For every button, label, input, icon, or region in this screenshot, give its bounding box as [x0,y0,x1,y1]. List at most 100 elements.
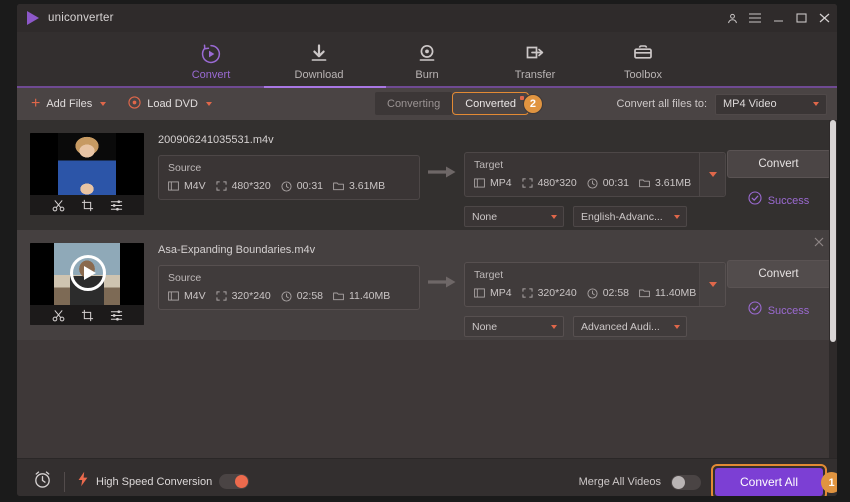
target-meta: MP4 480*320 00:31 3.61MB [474,177,716,189]
crop-icon[interactable] [81,199,94,212]
trim-icon[interactable] [52,199,65,212]
target-panel: Target MP4 480*320 00:31 3.61MB [464,152,726,197]
row-actions: Convert Success [726,133,837,210]
app-logo: uniconverter [17,11,114,25]
load-dvd-dropdown-icon[interactable] [205,102,212,106]
audio-track-select[interactable]: English-Advanc... [573,206,687,227]
target-resolution: 480*320 [522,177,577,189]
effect-icon[interactable] [110,309,123,322]
action-toolbar: + Add Files Load DVD Converting Converte… [17,88,837,120]
target-title: Target [474,159,504,171]
minimize-icon[interactable] [771,10,785,26]
source-title: Source [168,162,202,174]
table-row[interactable]: 200906241035531.m4v Source M4V 480*320 0… [17,120,837,230]
source-info: Asa-Expanding Boundaries.m4v Source M4V … [158,243,420,310]
convert-all-button[interactable]: Convert All [715,468,823,496]
source-panel: Source M4V 480*320 00:31 3.61MB [158,155,420,200]
target-settings-dropdown[interactable] [699,153,725,196]
tab-convert-label: Convert [191,69,231,81]
target-duration: 02:58 [587,287,629,299]
source-format: M4V [168,290,206,302]
target-settings-dropdown[interactable] [699,263,725,306]
check-circle-icon [748,301,762,320]
status-text: Success [767,194,810,207]
plus-icon: + [31,95,41,112]
row-actions: Convert Success [726,243,837,320]
effect-icon[interactable] [110,199,123,212]
video-thumbnail[interactable] [30,133,144,215]
alarm-clock-icon[interactable] [33,470,52,494]
vertical-scrollbar[interactable] [829,120,837,458]
main-navigation: Convert Download Burn Transfer Toolbox [17,32,837,88]
target-resolution: 320*240 [522,287,577,299]
bottom-right-controls: Merge All Videos Convert All 1 [579,459,837,496]
source-duration-value: 00:31 [296,180,323,192]
film-icon [474,288,485,298]
conversion-arrow [420,133,464,215]
scrollbar-thumb[interactable] [830,120,836,342]
status-badge: Success [748,191,810,210]
tab-toolbox[interactable]: Toolbox [605,39,681,81]
close-icon[interactable] [817,10,831,26]
output-format-select[interactable]: MP4 Video [715,93,827,115]
remove-file-icon[interactable] [814,236,824,250]
film-icon [474,178,485,188]
audio-track-select[interactable]: Advanced Audi... [573,316,687,337]
target-size-value: 3.61MB [655,177,692,189]
maximize-icon[interactable] [794,10,808,26]
target-resolution-value: 480*320 [537,177,577,189]
tab-download[interactable]: Download [281,39,357,81]
convert-button[interactable]: Convert [726,150,831,178]
tab-transfer[interactable]: Transfer [497,39,573,81]
folder-icon [333,181,344,191]
target-title: Target [474,269,504,281]
convert-button[interactable]: Convert [726,260,831,288]
load-dvd-button[interactable]: Load DVD [128,96,198,112]
bottom-left-controls: High Speed Conversion [17,470,250,494]
tab-burn[interactable]: Burn [389,39,465,81]
merge-all-videos-toggle[interactable] [671,474,701,490]
menu-icon[interactable] [748,10,762,26]
account-icon[interactable] [725,10,739,26]
status-text: Success [767,304,810,317]
divider [64,471,65,492]
tab-converted-label: Converted [465,97,516,110]
crop-icon[interactable] [81,309,94,322]
subtitle-select[interactable]: None [464,206,564,227]
chevron-down-icon [551,324,557,329]
subtitle-value: None [472,320,498,333]
clock-icon [587,177,598,189]
folder-icon [333,291,344,301]
source-size-value: 11.40MB [349,290,391,302]
tab-converted[interactable]: Converted [452,92,529,115]
bottom-bar: High Speed Conversion Merge All Videos C… [17,458,837,496]
thumbnail-edit-bar [30,195,144,215]
file-name: Asa-Expanding Boundaries.m4v [158,244,316,256]
subtitle-select[interactable]: None [464,316,564,337]
file-name: 200906241035531.m4v [158,134,274,146]
convert-all-highlight: Convert All 1 [711,464,837,496]
trim-icon[interactable] [52,309,65,322]
step-badge-2: 2 [522,93,543,114]
source-meta: M4V 480*320 00:31 3.61MB [168,180,410,192]
target-panel: Target MP4 320*240 02:58 11.40MB [464,262,726,307]
target-select-row: None Advanced Audi... [464,316,726,337]
target-format-value: MP4 [490,177,512,189]
chevron-down-icon [551,214,557,219]
clock-icon [281,180,292,192]
video-thumbnail[interactable] [30,243,144,325]
chevron-down-icon [674,324,680,329]
high-speed-conversion-control: High Speed Conversion [77,471,250,492]
tab-converting[interactable]: Converting [375,92,453,115]
film-icon [168,291,179,301]
target-info: Target MP4 320*240 02:58 11.40MB None Ad… [464,243,726,337]
target-duration: 00:31 [587,177,629,189]
high-speed-conversion-toggle[interactable] [219,474,250,489]
source-size: 3.61MB [333,180,385,192]
add-files-button[interactable]: + Add Files [31,95,92,112]
tab-convert[interactable]: Convert [173,39,249,81]
chevron-down-icon [708,172,717,177]
play-icon[interactable] [70,255,106,291]
tab-transfer-label: Transfer [514,69,556,81]
table-row[interactable]: Asa-Expanding Boundaries.m4v Source M4V … [17,230,837,340]
